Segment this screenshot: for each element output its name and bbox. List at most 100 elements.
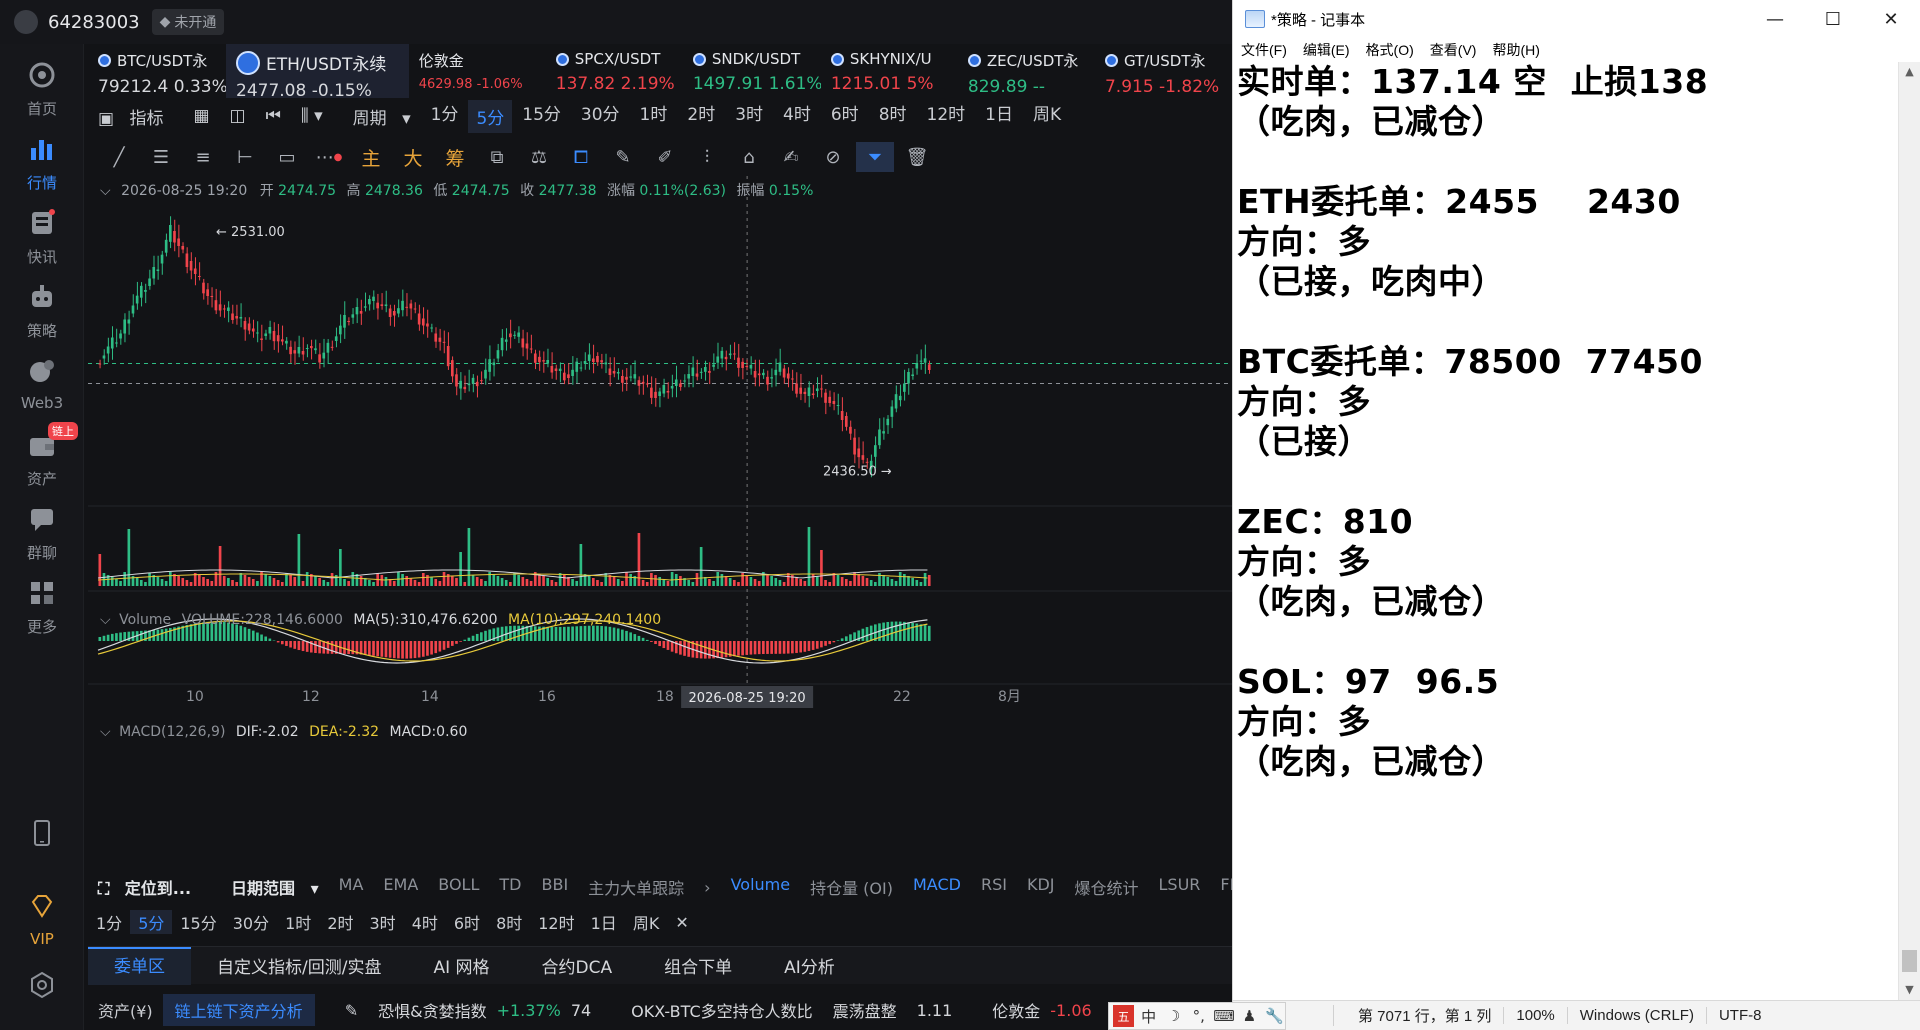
trendline-icon[interactable]: ╱ (100, 142, 138, 172)
sidebar-item-more[interactable]: 更多 (0, 576, 84, 637)
sidebar-item-web3[interactable]: Web3 (0, 354, 84, 412)
candlestick-chart[interactable]: ← 2531.00 2436.50 → 10 12 14 16 18 22 8月 2026-08-… (88, 176, 1232, 856)
indicator-button[interactable]: ▣ 指标 (88, 104, 183, 129)
period2-3[interactable]: 30分 (225, 910, 277, 934)
period-6[interactable]: 3时 (725, 100, 773, 133)
ticker-3[interactable]: SPCX/USDT 137.82 2.19% (546, 44, 683, 98)
collapse-icon[interactable]: ⌵ (100, 183, 111, 199)
large-order-button[interactable]: 大 (394, 142, 432, 172)
note-icon[interactable]: ✍ (772, 142, 810, 172)
ticker-7[interactable]: GT/USDT永 7.915 -1.82% (1095, 44, 1232, 98)
magnet-icon[interactable]: ⊘ (814, 142, 852, 172)
moon-icon[interactable]: ☽ (1163, 1005, 1184, 1027)
bottom-tab-0[interactable]: 委单区 (88, 946, 191, 985)
copy-icon[interactable]: ⧠ (562, 142, 600, 172)
main-indicator-button[interactable]: 主 (352, 142, 390, 172)
period-9[interactable]: 8时 (869, 100, 917, 133)
bottom-tab-5[interactable]: AI分析 (758, 953, 861, 978)
period2-6[interactable]: 3时 (362, 910, 404, 934)
user-icon[interactable]: ♟ (1239, 1005, 1260, 1027)
indicator-1[interactable]: EMA (373, 875, 428, 899)
bottom-tab-1[interactable]: 自定义指标/回测/实盘 (191, 953, 407, 978)
bottom-tab-3[interactable]: 合约DCA (516, 953, 639, 978)
sidebar-vip[interactable]: VIP (0, 890, 84, 948)
sub-indicator-3[interactable]: RSI (971, 875, 1017, 899)
assets-label[interactable]: 资产(¥) (88, 998, 163, 1022)
membership-badge[interactable]: ◆ 未开通 (151, 9, 225, 35)
pen-icon[interactable]: ✎ (604, 142, 642, 172)
period2-7[interactable]: 4时 (404, 910, 446, 934)
measure-icon[interactable]: ⚖ (520, 142, 558, 172)
brush-icon[interactable]: ✐ (646, 142, 684, 172)
sidebar-item-home[interactable]: 首页 (0, 58, 84, 119)
period-11[interactable]: 1日 (975, 100, 1023, 133)
indicator-5[interactable]: 主力大单跟踪 (578, 875, 694, 899)
horizontal-lines-icon[interactable]: ≡ (184, 142, 222, 172)
sub-indicator-1[interactable]: 持仓量 (OI) (800, 875, 903, 899)
ime-language-toggle[interactable]: 中 (1138, 1005, 1159, 1027)
period-7[interactable]: 4时 (773, 100, 821, 133)
period2-8[interactable]: 6时 (446, 910, 488, 934)
edit-icon[interactable]: ✎ (335, 1001, 368, 1020)
indicator-2[interactable]: BOLL (428, 875, 489, 899)
close-icon[interactable]: ✕ (667, 913, 696, 932)
scroll-down-icon[interactable]: ▼ (1899, 980, 1920, 1000)
sidebar-item-assets[interactable]: 资产 链上 (0, 422, 84, 489)
sub-indicator-0[interactable]: Volume (721, 875, 801, 899)
period2-4[interactable]: 1时 (277, 910, 319, 934)
rectangle-icon[interactable]: ▭ (268, 142, 306, 172)
ticker-2[interactable]: 伦敦金 4629.98 -1.06% (409, 44, 546, 98)
bottom-tab-4[interactable]: 组合下单 (638, 953, 758, 978)
ticker-4[interactable]: SNDK/USDT 1497.91 1.61% (683, 44, 821, 98)
period-4[interactable]: 1时 (630, 100, 678, 133)
period-3[interactable]: 30分 (571, 100, 630, 133)
bottom-tab-2[interactable]: AI 网格 (407, 953, 515, 978)
layout-icon[interactable]: ◫ (220, 106, 256, 126)
indicator-0[interactable]: MA (329, 875, 374, 899)
filter-icon[interactable]: ⏷ (856, 142, 894, 172)
asset-analysis-button[interactable]: 链上链下资产分析 (162, 994, 315, 1026)
sub-indicator-4[interactable]: KDJ (1017, 875, 1065, 899)
date-range-dropdown[interactable]: 日期范围 ▾ (211, 875, 329, 899)
menu-item-4[interactable]: 帮助(H) (1492, 40, 1539, 60)
period2-10[interactable]: 12时 (530, 910, 582, 934)
minimize-button[interactable]: — (1746, 0, 1804, 38)
ticker-5[interactable]: SKHYNIX/U 1215.01 5% (821, 44, 958, 98)
period-1[interactable]: 5分 (468, 99, 513, 133)
sidebar-settings[interactable] (0, 968, 84, 1008)
period2-9[interactable]: 8时 (488, 910, 530, 934)
compare-icon[interactable]: ⫶ (688, 142, 726, 172)
punctuation-icon[interactable]: °, (1188, 1005, 1209, 1027)
menu-item-2[interactable]: 格式(O) (1366, 40, 1414, 60)
period-8[interactable]: 6时 (821, 100, 869, 133)
chart-type-icon[interactable]: ⫼ ▾ (291, 106, 333, 126)
indicator-4[interactable]: BBI (531, 875, 578, 899)
ticker-1[interactable]: ETH/USDT永续 2477.08 -0.15% (226, 44, 409, 101)
period-5[interactable]: 2时 (677, 100, 725, 133)
sidebar-item-market[interactable]: 行情 (0, 132, 84, 193)
period2-12[interactable]: 周K (625, 910, 668, 934)
indicator-3[interactable]: TD (489, 875, 531, 899)
period-12[interactable]: 周K (1023, 100, 1071, 133)
sidebar-item-strategy[interactable]: 策略 (0, 280, 84, 341)
period-dropdown[interactable]: 周期 ▾ (333, 104, 421, 129)
period2-11[interactable]: 1日 (583, 910, 625, 934)
period-0[interactable]: 1分 (421, 100, 469, 133)
ticker-0[interactable]: BTC/USDT永 79212.4 0.33% (88, 44, 226, 98)
auto-draw-icon[interactable]: ⧉ (478, 142, 516, 172)
more-tools-icon[interactable]: ⋯ ● (310, 142, 348, 172)
sub-indicator-5[interactable]: 爆仓统计 (1064, 875, 1148, 899)
calendar-icon[interactable]: ▦ (183, 106, 219, 126)
ime-logo-icon[interactable]: 五 (1113, 1005, 1135, 1027)
scroll-thumb[interactable] (1902, 950, 1917, 972)
sidebar-phone[interactable] (0, 816, 84, 856)
menu-item-0[interactable]: 文件(F) (1241, 40, 1287, 60)
sidebar-item-chat[interactable]: 群聊 (0, 502, 84, 563)
sidebar-item-news[interactable]: 快讯 (0, 206, 84, 267)
period-2[interactable]: 15分 (512, 100, 571, 133)
period2-0[interactable]: 1分 (88, 910, 130, 934)
keyboard-icon[interactable]: ⌨ (1213, 1005, 1235, 1027)
chip-distribution-button[interactable]: 筹 (436, 142, 474, 172)
period2-2[interactable]: 15分 (172, 910, 224, 934)
sub-indicator-2[interactable]: MACD (903, 875, 971, 899)
